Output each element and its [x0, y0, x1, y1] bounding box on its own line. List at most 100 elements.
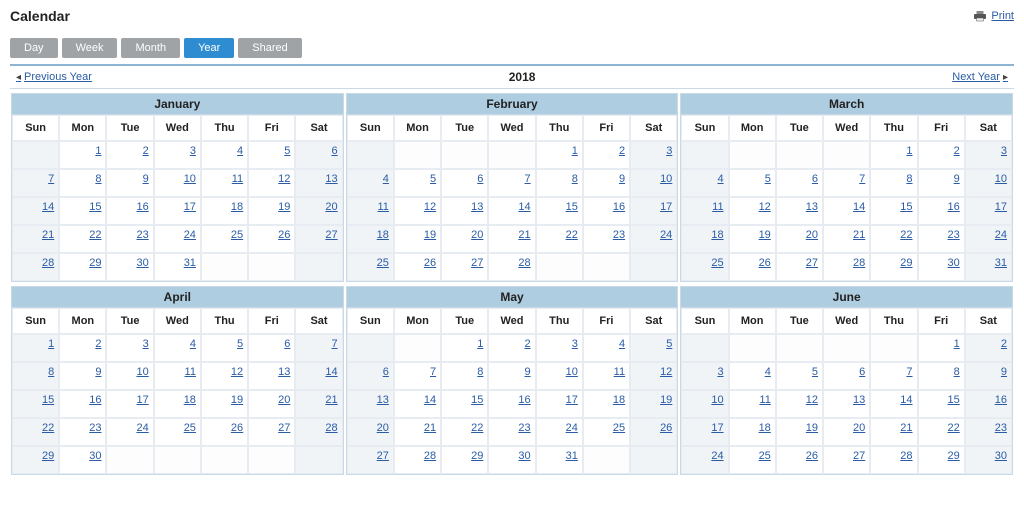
day-cell[interactable]: 11: [201, 169, 248, 197]
day-link[interactable]: 20: [278, 394, 290, 406]
day-link[interactable]: 23: [136, 229, 148, 241]
day-cell[interactable]: 10: [154, 169, 201, 197]
day-link[interactable]: 7: [524, 173, 530, 185]
day-cell[interactable]: 16: [965, 390, 1012, 418]
day-cell[interactable]: 18: [583, 390, 630, 418]
day-link[interactable]: 2: [1001, 338, 1007, 350]
day-link[interactable]: 25: [711, 257, 723, 269]
day-link[interactable]: 13: [278, 366, 290, 378]
day-cell[interactable]: 7: [394, 362, 441, 390]
day-cell[interactable]: 7: [12, 169, 59, 197]
day-cell[interactable]: 2: [59, 334, 106, 362]
day-cell[interactable]: 31: [965, 253, 1012, 281]
day-cell[interactable]: 5: [394, 169, 441, 197]
day-link[interactable]: 28: [424, 450, 436, 462]
day-cell[interactable]: 4: [201, 141, 248, 169]
day-cell[interactable]: 29: [918, 446, 965, 474]
day-cell[interactable]: 28: [870, 446, 917, 474]
day-link[interactable]: 1: [572, 145, 578, 157]
day-cell[interactable]: 20: [347, 418, 394, 446]
day-cell[interactable]: 28: [295, 418, 342, 446]
day-link[interactable]: 22: [900, 229, 912, 241]
day-cell[interactable]: 29: [441, 446, 488, 474]
day-cell[interactable]: 14: [12, 197, 59, 225]
day-cell[interactable]: 22: [536, 225, 583, 253]
day-link[interactable]: 27: [806, 257, 818, 269]
day-link[interactable]: 18: [184, 394, 196, 406]
day-link[interactable]: 27: [325, 229, 337, 241]
day-link[interactable]: 7: [332, 338, 338, 350]
day-cell[interactable]: 13: [823, 390, 870, 418]
day-link[interactable]: 23: [948, 229, 960, 241]
day-link[interactable]: 3: [190, 145, 196, 157]
day-link[interactable]: 5: [284, 145, 290, 157]
day-cell[interactable]: 4: [154, 334, 201, 362]
day-cell[interactable]: 30: [59, 446, 106, 474]
day-link[interactable]: 7: [48, 173, 54, 185]
day-cell[interactable]: 20: [248, 390, 295, 418]
day-link[interactable]: 20: [325, 201, 337, 213]
day-link[interactable]: 15: [42, 394, 54, 406]
day-link[interactable]: 28: [853, 257, 865, 269]
day-link[interactable]: 14: [518, 201, 530, 213]
day-cell[interactable]: 16: [918, 197, 965, 225]
day-cell[interactable]: 14: [394, 390, 441, 418]
day-cell[interactable]: 15: [918, 390, 965, 418]
day-link[interactable]: 1: [48, 338, 54, 350]
day-link[interactable]: 30: [89, 450, 101, 462]
day-cell[interactable]: 3: [681, 362, 728, 390]
day-cell[interactable]: 25: [583, 418, 630, 446]
day-cell[interactable]: 7: [823, 169, 870, 197]
day-link[interactable]: 17: [566, 394, 578, 406]
day-link[interactable]: 8: [572, 173, 578, 185]
day-cell[interactable]: 9: [918, 169, 965, 197]
day-link[interactable]: 23: [613, 229, 625, 241]
day-link[interactable]: 6: [284, 338, 290, 350]
day-link[interactable]: 21: [325, 394, 337, 406]
day-link[interactable]: 29: [900, 257, 912, 269]
day-cell[interactable]: 8: [441, 362, 488, 390]
day-cell[interactable]: 28: [488, 253, 535, 281]
day-cell[interactable]: 1: [918, 334, 965, 362]
day-cell[interactable]: 25: [154, 418, 201, 446]
day-link[interactable]: 6: [812, 173, 818, 185]
day-cell[interactable]: 2: [488, 334, 535, 362]
day-cell[interactable]: 25: [681, 253, 728, 281]
day-cell[interactable]: 4: [729, 362, 776, 390]
day-link[interactable]: 21: [424, 422, 436, 434]
day-link[interactable]: 11: [377, 201, 388, 213]
day-cell[interactable]: 1: [441, 334, 488, 362]
day-link[interactable]: 28: [518, 257, 530, 269]
day-link[interactable]: 12: [660, 366, 672, 378]
day-cell[interactable]: 6: [347, 362, 394, 390]
day-cell[interactable]: 20: [441, 225, 488, 253]
day-cell[interactable]: 12: [394, 197, 441, 225]
day-cell[interactable]: 24: [154, 225, 201, 253]
day-link[interactable]: 24: [711, 450, 723, 462]
day-link[interactable]: 10: [660, 173, 672, 185]
day-cell[interactable]: 9: [488, 362, 535, 390]
day-link[interactable]: 12: [424, 201, 436, 213]
next-year-link[interactable]: Next Year ▸: [952, 71, 1008, 83]
day-link[interactable]: 19: [660, 394, 672, 406]
day-link[interactable]: 15: [471, 394, 483, 406]
day-link[interactable]: 2: [143, 145, 149, 157]
day-cell[interactable]: 22: [870, 225, 917, 253]
day-cell[interactable]: 2: [965, 334, 1012, 362]
day-link[interactable]: 5: [430, 173, 436, 185]
day-cell[interactable]: 13: [295, 169, 342, 197]
day-cell[interactable]: 10: [965, 169, 1012, 197]
day-cell[interactable]: 29: [12, 446, 59, 474]
day-cell[interactable]: 20: [776, 225, 823, 253]
day-cell[interactable]: 1: [870, 141, 917, 169]
day-link[interactable]: 28: [900, 450, 912, 462]
day-link[interactable]: 11: [759, 394, 770, 406]
day-link[interactable]: 17: [136, 394, 148, 406]
day-link[interactable]: 2: [954, 145, 960, 157]
day-link[interactable]: 30: [136, 257, 148, 269]
day-link[interactable]: 29: [42, 450, 54, 462]
day-link[interactable]: 31: [566, 450, 578, 462]
day-link[interactable]: 17: [660, 201, 672, 213]
day-link[interactable]: 25: [613, 422, 625, 434]
day-link[interactable]: 4: [717, 173, 723, 185]
